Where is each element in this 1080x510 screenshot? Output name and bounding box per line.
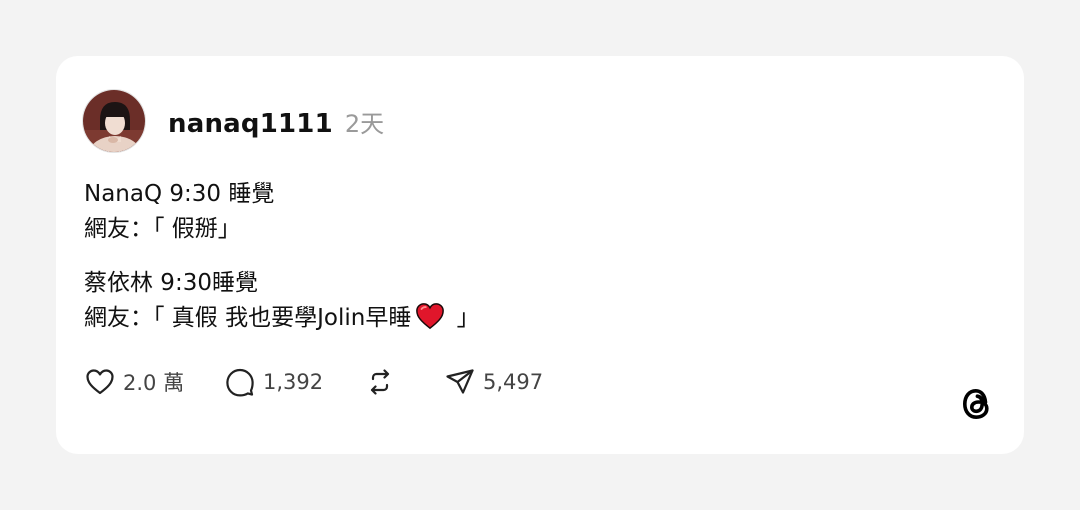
- avatar-photo: [83, 90, 145, 152]
- post-paragraph: NanaQ 9:30 睡覺 網友：「 假掰」: [84, 177, 984, 247]
- heart-emoji: [416, 303, 445, 330]
- avatar[interactable]: [82, 89, 146, 153]
- heart-outline-icon: [86, 369, 114, 395]
- post-text: 」: [449, 305, 480, 331]
- like-button[interactable]: 2.0 萬: [84, 366, 224, 398]
- post-time[interactable]: 2天: [345, 104, 384, 139]
- post-paragraph: 蔡依林 9:30睡覺 網友：「 真假 我也要學Jolin早睡 」: [84, 266, 984, 336]
- post-line-with-emoji: 網友：「 真假 我也要學Jolin早睡 」: [84, 301, 984, 336]
- paper-plane-icon: [446, 369, 474, 394]
- threads-post-card: nanaq1111 2天 NanaQ 9:30 睡覺 網友：「 假掰」 蔡依林 …: [56, 56, 1024, 454]
- post-text: 網友：「 真假 我也要學Jolin早睡: [84, 305, 412, 331]
- speech-bubble-icon: [226, 368, 254, 397]
- share-button[interactable]: 5,497: [444, 366, 584, 398]
- threads-logo-icon[interactable]: [956, 383, 996, 425]
- post-line: NanaQ 9:30 睡覺: [84, 181, 275, 207]
- repost-button[interactable]: [364, 366, 444, 398]
- reply-button[interactable]: 1,392: [224, 366, 364, 398]
- like-count: 2.0 萬: [123, 371, 185, 395]
- post-line: 網友：「 假掰」: [84, 216, 241, 242]
- share-count: 5,497: [483, 370, 544, 394]
- post-actions: 2.0 萬 1,392 5,497: [84, 364, 584, 400]
- post-header: nanaq1111 2天: [168, 104, 384, 140]
- reply-count: 1,392: [263, 370, 324, 394]
- post-line: 蔡依林 9:30睡覺: [84, 270, 258, 296]
- repost-icon: [370, 369, 390, 395]
- post-body: NanaQ 9:30 睡覺 網友：「 假掰」 蔡依林 9:30睡覺 網友：「 真…: [84, 177, 984, 336]
- username[interactable]: nanaq1111: [168, 109, 333, 139]
